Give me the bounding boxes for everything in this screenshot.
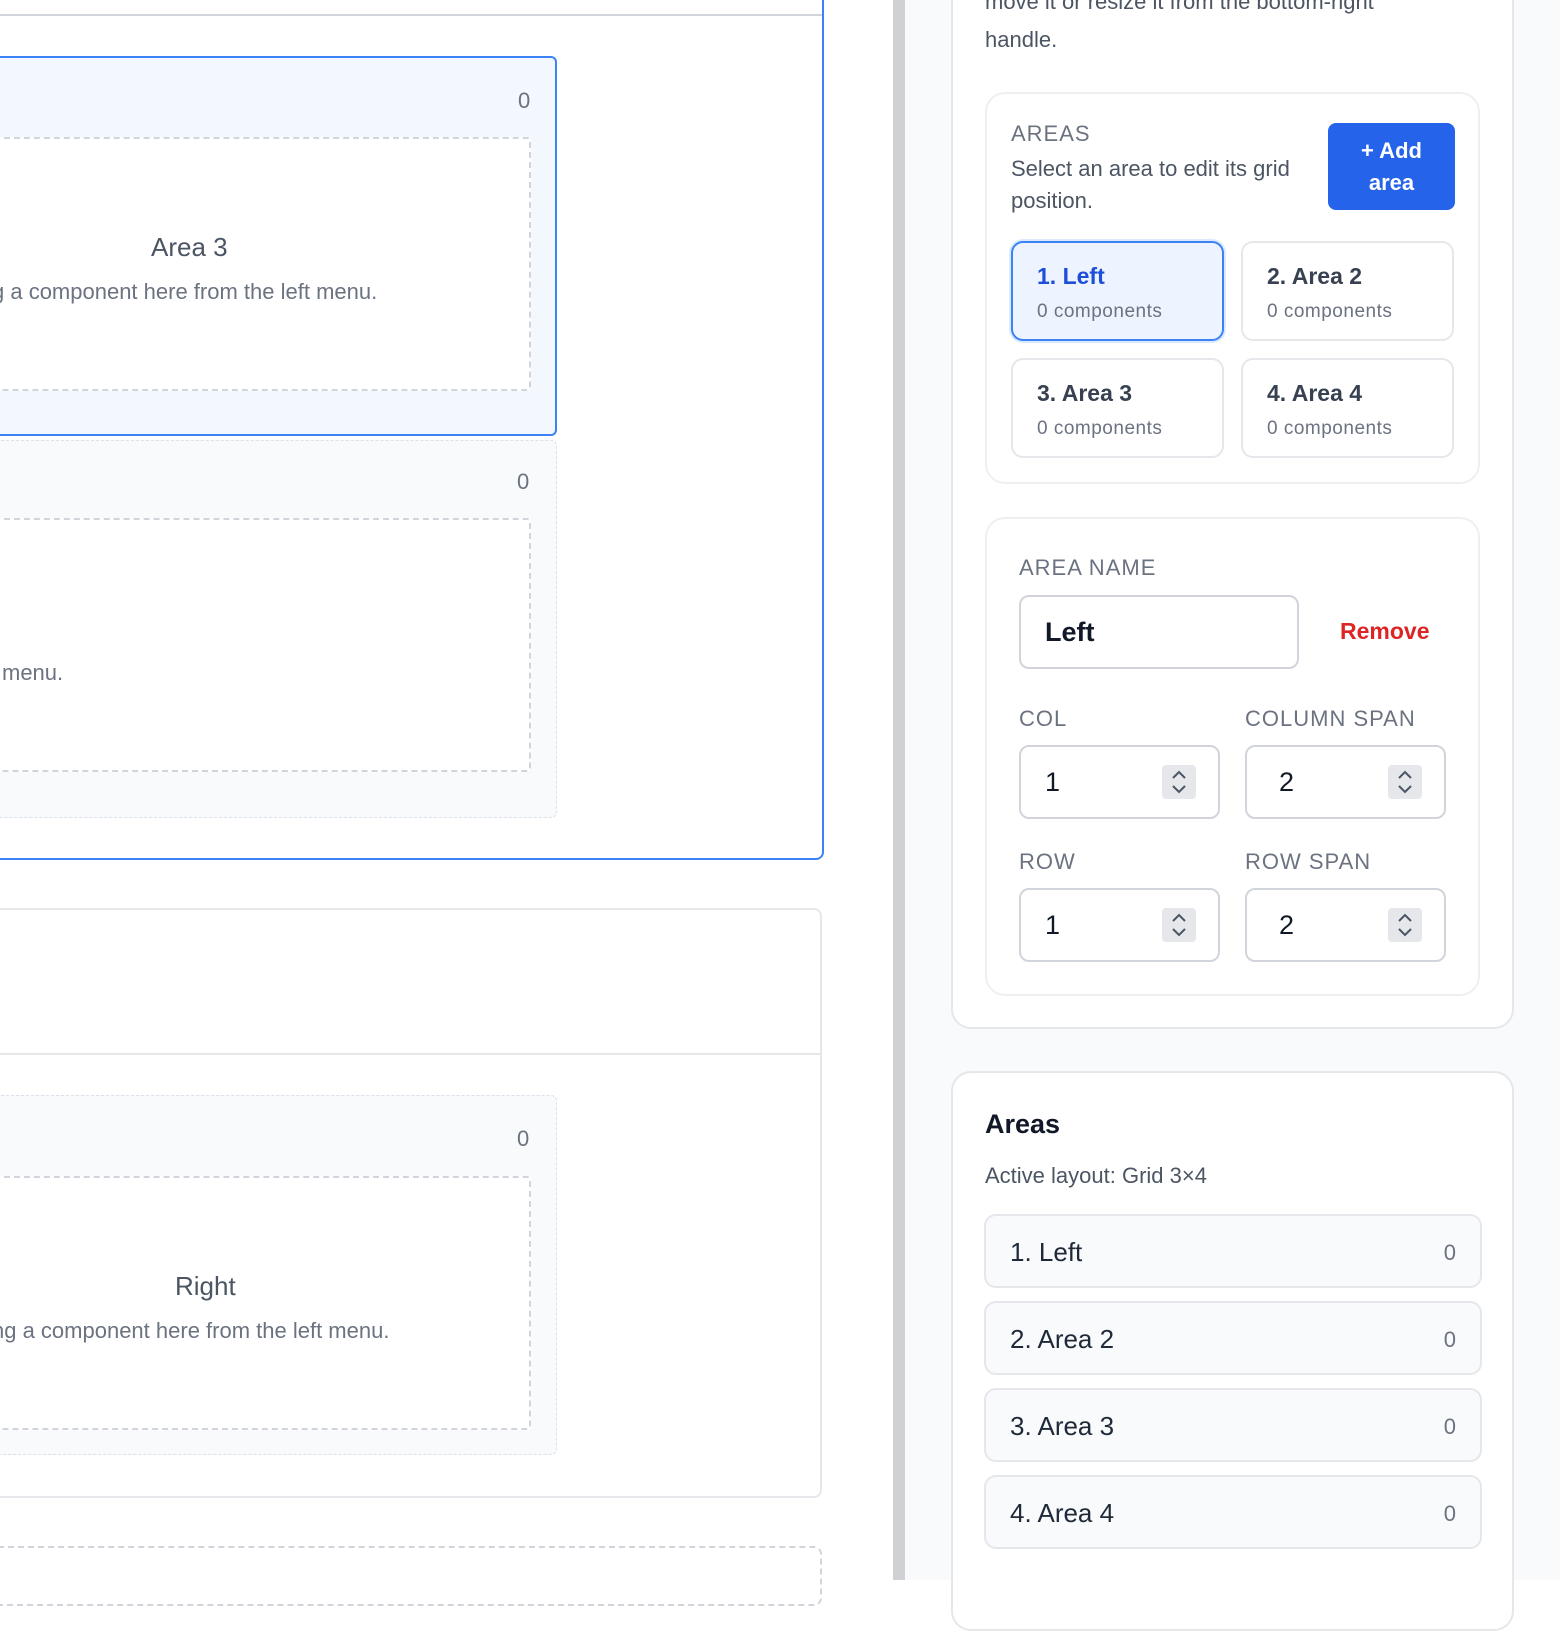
col-input[interactable]: 1: [1019, 745, 1220, 819]
areas-list-item-count: 0: [1443, 1327, 1456, 1352]
area-drop-zone[interactable]: Right ng a component here from the left …: [0, 1176, 531, 1430]
area-component-count: 0: [517, 1126, 530, 1151]
area-tile-area-3[interactable]: 3. Area 3 0 components: [1011, 358, 1224, 458]
areas-list-title: Areas: [985, 1109, 1061, 1139]
area-tile-title: 4. Area 4: [1267, 380, 1363, 406]
area-tile-count: 0 components: [1267, 301, 1393, 322]
area-tile-area-4[interactable]: 4. Area 4 0 components: [1241, 358, 1454, 458]
areas-list-item[interactable]: 4. Area 4 0: [984, 1475, 1482, 1549]
area-tile-title: 1. Left: [1037, 263, 1105, 289]
areas-list-item-name: 4. Area 4: [1010, 1498, 1115, 1528]
row-label: ROW: [1019, 849, 1076, 874]
area-hint: g a component here from the left menu.: [0, 279, 378, 304]
col-stepper[interactable]: [1162, 765, 1196, 799]
areas-section-heading: AREAS: [1011, 121, 1091, 146]
area-title: Right: [175, 1271, 236, 1301]
areas-list-item-name: 1. Left: [1010, 1237, 1083, 1267]
area-component-count: 0: [517, 469, 530, 494]
areas-list-item-count: 0: [1443, 1414, 1456, 1439]
layout-block-divider: [0, 1053, 822, 1055]
help-text-line: move it or resize it from the bottom-rig…: [985, 0, 1374, 14]
areas-list-item-name: 2. Area 2: [1010, 1324, 1115, 1354]
area-tile-left[interactable]: 1. Left 0 components: [1011, 241, 1224, 341]
column-span-stepper[interactable]: [1388, 765, 1422, 799]
area-title: Area 3: [151, 232, 228, 262]
areas-list-item-count: 0: [1443, 1240, 1456, 1265]
row-value: 1: [1045, 910, 1061, 940]
active-layout-label: Active layout: Grid 3×4: [985, 1163, 1207, 1188]
area-name-label: AREA NAME: [1019, 555, 1157, 580]
remove-area-button[interactable]: Remove: [1340, 618, 1429, 645]
stepper-chevrons-icon: [1172, 770, 1186, 794]
add-area-button-label: + Add area: [1361, 137, 1422, 195]
row-stepper[interactable]: [1162, 908, 1196, 942]
area-tile-area-2[interactable]: 2. Area 2 0 components: [1241, 241, 1454, 341]
column-span-label: COLUMN SPAN: [1245, 706, 1416, 731]
area-tile-count: 0 components: [1037, 418, 1163, 439]
row-span-value: 2: [1279, 910, 1295, 940]
area-tile-title: 3. Area 3: [1037, 380, 1133, 406]
column-span-input[interactable]: 2: [1245, 745, 1446, 819]
areas-section-description: Select an area to edit its grid position…: [1011, 156, 1290, 213]
column-span-value: 2: [1279, 767, 1295, 797]
row-span-label: ROW SPAN: [1245, 849, 1372, 874]
areas-list-item-count: 0: [1443, 1501, 1456, 1526]
areas-list-item[interactable]: 2. Area 2 0: [984, 1301, 1482, 1375]
area-hint: menu.: [2, 660, 64, 685]
area-hint: ng a component here from the left menu.: [0, 1318, 390, 1343]
row-span-input[interactable]: 2: [1245, 888, 1446, 962]
area-name-input[interactable]: Left: [1019, 595, 1299, 669]
row-input[interactable]: 1: [1019, 888, 1220, 962]
areas-list-item[interactable]: 1. Left 0: [984, 1214, 1482, 1288]
col-label: COL: [1019, 706, 1068, 731]
stepper-chevrons-icon: [1172, 913, 1186, 937]
area-tile-title: 2. Area 2: [1267, 263, 1363, 289]
area-tile-count: 0 components: [1037, 301, 1163, 322]
stepper-chevrons-icon: [1398, 770, 1412, 794]
area-drop-zone[interactable]: menu.: [0, 518, 531, 772]
row-span-stepper[interactable]: [1388, 908, 1422, 942]
area-tile-count: 0 components: [1267, 418, 1393, 439]
add-area-button[interactable]: + Add area: [1328, 123, 1455, 210]
layout-block-placeholder[interactable]: [0, 1546, 822, 1606]
area-component-count: 0: [518, 88, 531, 113]
stepper-chevrons-icon: [1398, 913, 1412, 937]
col-value: 1: [1045, 767, 1061, 797]
areas-list-item[interactable]: 3. Area 3 0: [984, 1388, 1482, 1462]
area-drop-zone[interactable]: Area 3 g a component here from the left …: [0, 137, 531, 391]
panel-resize-handle[interactable]: [893, 0, 905, 1580]
help-text-line: handle.: [985, 27, 1058, 52]
areas-list-item-name: 3. Area 3: [1010, 1411, 1115, 1441]
